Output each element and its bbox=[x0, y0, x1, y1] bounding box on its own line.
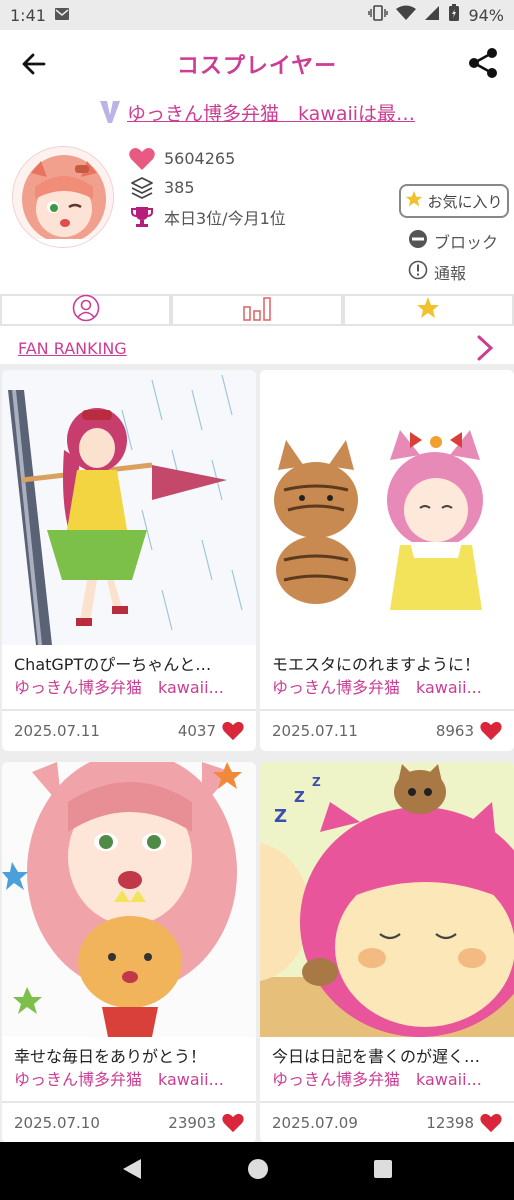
post-author[interactable]: ゆっきん博多弁猫 kawaii... bbox=[2, 677, 256, 701]
likes-count: 5604265 bbox=[164, 149, 236, 168]
svg-text:Z: Z bbox=[294, 788, 305, 806]
posts-count: 385 bbox=[164, 178, 195, 197]
signal-icon bbox=[424, 5, 440, 25]
system-nav-bar bbox=[0, 1142, 514, 1200]
post-card[interactable]: モエスタにのれますように！ ゆっきん博多弁猫 kawaii... 2025.07… bbox=[260, 370, 514, 751]
tab-ranking-chart[interactable] bbox=[171, 295, 343, 325]
status-time: 1:41 bbox=[10, 5, 46, 25]
block-button[interactable]: ブロック bbox=[408, 229, 498, 253]
post-thumbnail[interactable] bbox=[260, 370, 514, 645]
post-title: モエスタにのれますように！ bbox=[272, 655, 481, 674]
post-like-count: 23903 bbox=[168, 1114, 216, 1132]
post-card[interactable]: ChatGPTのぴーちゃんと… ゆっきん博多弁猫 kawaii... 2025.… bbox=[2, 370, 256, 751]
post-date: 2025.07.11 bbox=[272, 722, 358, 740]
post-title: 幸せな毎日をありがとう！ bbox=[14, 1047, 207, 1066]
battery-percent: 94% bbox=[468, 5, 504, 25]
heart-icon[interactable] bbox=[480, 1113, 502, 1133]
post-date: 2025.07.09 bbox=[272, 1114, 358, 1132]
page-title: コスプレイヤー bbox=[176, 54, 338, 79]
post-like-count: 4037 bbox=[177, 722, 216, 740]
back-arrow-icon[interactable] bbox=[18, 48, 50, 80]
post-like-count: 12398 bbox=[426, 1114, 474, 1132]
tab-favorites[interactable] bbox=[342, 296, 514, 324]
bar-chart-icon bbox=[243, 295, 271, 325]
gmail-notification-icon bbox=[54, 6, 70, 25]
nav-recents-icon[interactable] bbox=[373, 1159, 393, 1183]
trophy-icon bbox=[128, 203, 156, 231]
post-card[interactable]: Z Z Z 今日は日記を書くのが遅く… ゆっきん博多弁猫 kawaii... 2… bbox=[260, 762, 514, 1143]
battery-icon bbox=[448, 4, 460, 26]
post-title: 今日は日記を書くのが遅く… bbox=[272, 1047, 481, 1066]
post-thumbnail[interactable]: Z Z Z bbox=[260, 762, 514, 1037]
share-icon[interactable] bbox=[466, 46, 500, 80]
vibrate-icon bbox=[368, 5, 389, 25]
post-thumbnail[interactable] bbox=[2, 370, 256, 645]
rank-text: 本日3位/今月1位 bbox=[164, 208, 286, 228]
nav-home-icon[interactable] bbox=[246, 1157, 270, 1185]
likes-row: 5604265 bbox=[128, 144, 286, 173]
profile-stats: 5604265 385 本日3位/今月1位 bbox=[128, 144, 286, 231]
alert-icon bbox=[408, 260, 428, 284]
status-bar: 1:41 94% bbox=[0, 0, 514, 30]
app-header: コスプレイヤー bbox=[0, 30, 514, 98]
cosplayer-name-row: ゆっきん博多弁猫 kawaiiは最… bbox=[0, 96, 514, 128]
post-title: ChatGPTのぴーちゃんと… bbox=[14, 655, 212, 674]
wifi-icon bbox=[396, 5, 417, 25]
heart-icon bbox=[128, 145, 156, 173]
svg-text:Z: Z bbox=[312, 775, 321, 789]
star-icon bbox=[416, 296, 440, 324]
chevron-right-icon[interactable] bbox=[474, 334, 496, 362]
post-meta: 2025.07.11 4037 bbox=[2, 711, 256, 751]
nav-back-icon[interactable] bbox=[121, 1157, 143, 1185]
post-thumbnail[interactable] bbox=[2, 762, 256, 1037]
block-icon bbox=[408, 229, 428, 253]
post-date: 2025.07.10 bbox=[14, 1114, 100, 1132]
post-date: 2025.07.11 bbox=[14, 722, 100, 740]
tab-profile[interactable] bbox=[0, 294, 172, 326]
post-meta: 2025.07.10 23903 bbox=[2, 1103, 256, 1143]
posts-row: 385 bbox=[128, 173, 286, 202]
verified-v-icon bbox=[99, 99, 121, 125]
fan-ranking-row[interactable]: FAN RANKING bbox=[0, 332, 514, 364]
cosplayer-name-link[interactable]: ゆっきん博多弁猫 kawaiiは最… bbox=[127, 99, 415, 126]
layers-icon bbox=[128, 174, 156, 202]
report-label: 通報 bbox=[434, 264, 467, 283]
heart-icon[interactable] bbox=[222, 721, 244, 741]
avatar bbox=[12, 146, 114, 248]
post-author[interactable]: ゆっきん博多弁猫 kawaii... bbox=[260, 677, 514, 701]
post-meta: 2025.07.09 12398 bbox=[260, 1103, 514, 1143]
favorite-label: お気に入り bbox=[427, 192, 503, 211]
post-card[interactable]: 幸せな毎日をありがとう！ ゆっきん博多弁猫 kawaii... 2025.07.… bbox=[2, 762, 256, 1143]
post-author[interactable]: ゆっきん博多弁猫 kawaii... bbox=[260, 1069, 514, 1093]
favorite-button[interactable]: お気に入り bbox=[399, 184, 509, 218]
block-label: ブロック bbox=[434, 233, 499, 252]
heart-icon[interactable] bbox=[222, 1113, 244, 1133]
fan-ranking-link[interactable]: FAN RANKING bbox=[18, 339, 127, 358]
report-button[interactable]: 通報 bbox=[408, 260, 466, 284]
post-author[interactable]: ゆっきん博多弁猫 kawaii... bbox=[2, 1069, 256, 1093]
star-icon bbox=[405, 190, 423, 212]
svg-text:Z: Z bbox=[274, 806, 287, 827]
user-icon bbox=[72, 294, 100, 326]
rank-row: 本日3位/今月1位 bbox=[128, 202, 286, 231]
heart-icon[interactable] bbox=[480, 721, 502, 741]
post-meta: 2025.07.11 8963 bbox=[260, 711, 514, 751]
posts-grid: ChatGPTのぴーちゃんと… ゆっきん博多弁猫 kawaii... 2025.… bbox=[0, 364, 514, 1144]
profile-tabs bbox=[0, 294, 514, 326]
post-like-count: 8963 bbox=[435, 722, 474, 740]
